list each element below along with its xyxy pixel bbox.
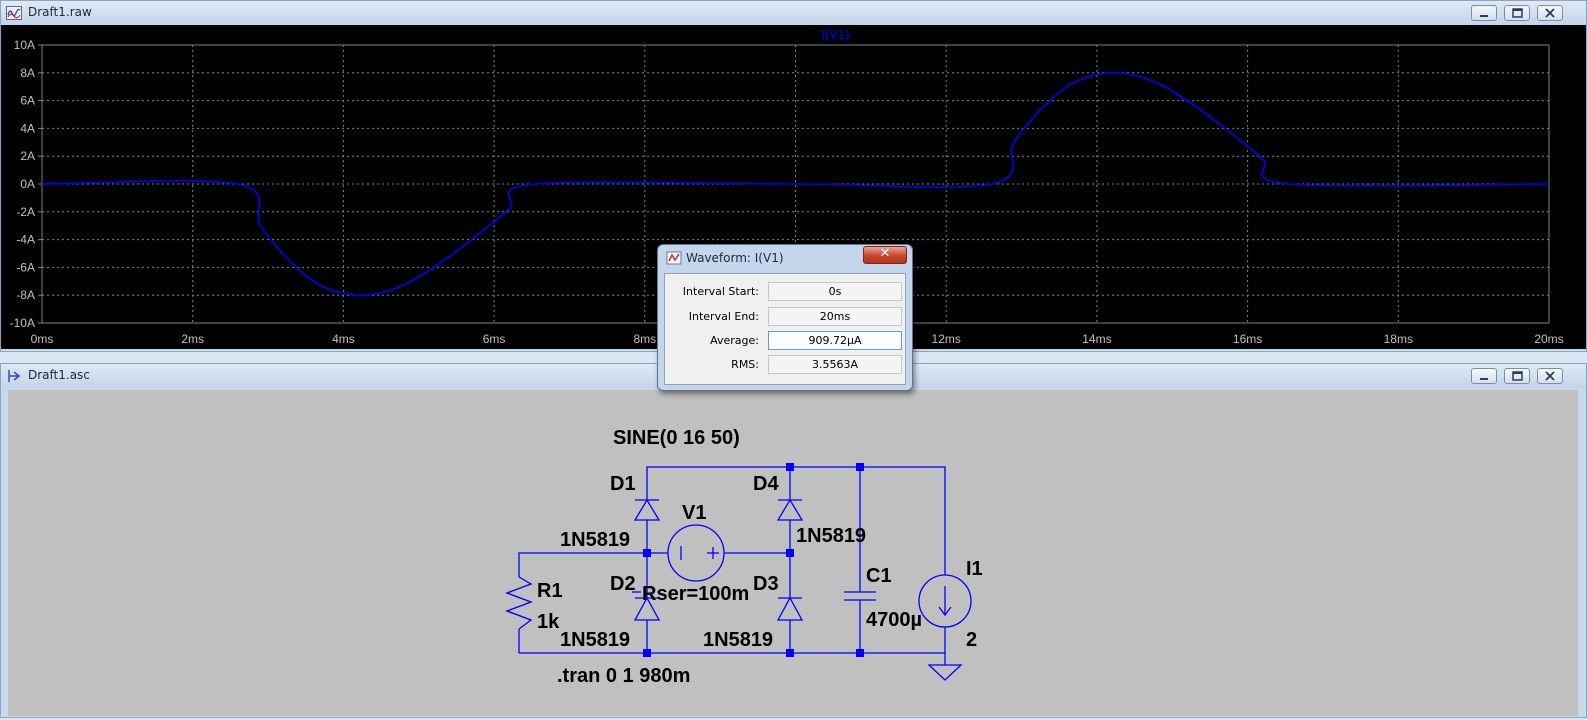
waveform-restore-button[interactable] [1504,5,1530,21]
diode-d3-symbol[interactable] [776,596,804,621]
waveform-info-dialog: Waveform: I(V1) ✕ Interval Start: 0s Int… [657,244,913,391]
junction-dot [856,649,864,657]
v1-label[interactable]: V1 [682,502,706,524]
rms-label: RMS: [731,358,759,371]
resistor-r1-symbol[interactable] [505,576,533,630]
y-tick-label: -8A [16,288,35,302]
y-tick-label: 2A [20,149,35,163]
y-tick-label: 8A [20,66,35,80]
waveform-minimize-button[interactable] [1471,5,1497,21]
x-tick-label: 16ms [1233,332,1262,346]
dialog-app-icon [666,251,682,265]
x-tick-label: 20ms [1534,332,1563,346]
schematic-canvas[interactable]: SINE(0 16 50) D1 D4 V1 1N5819 1N5819 D2 … [8,390,1578,716]
d1-label[interactable]: D1 [610,473,636,495]
interval-start-label: Interval Start: [682,285,759,298]
schematic-app-icon [8,370,21,382]
schematic-window: Draft1.asc SINE(0 16 50) D1 D4 V1 1N5819… [0,363,1587,718]
y-tick-label: -2A [16,205,35,219]
interval-start-field[interactable]: 0s [768,282,902,301]
x-tick-label: 2ms [181,332,204,346]
d1-model-label[interactable]: 1N5819 [560,529,630,551]
trace-title-label: I(V1) [821,27,849,42]
x-tick-label: 8ms [633,332,656,346]
average-label: Average: [710,334,759,347]
schematic-minimize-button[interactable] [1471,368,1497,384]
junction-dot [786,463,794,471]
dialog-title: Waveform: I(V1) [686,251,784,265]
i1-label[interactable]: I1 [966,558,983,580]
average-field[interactable]: 909.72µA [768,331,902,350]
y-tick-label: 4A [20,121,35,135]
d4-label[interactable]: D4 [753,473,779,495]
diode-d4-symbol[interactable] [776,498,804,521]
current-source-i1-symbol[interactable] [918,574,972,628]
junction-dot [786,649,794,657]
waveform-window-title: Draft1.raw [28,5,92,19]
junction-dot [856,463,864,471]
x-tick-label: 0ms [31,332,54,346]
interval-end-label: Interval End: [688,310,759,323]
schematic-window-title: Draft1.asc [28,368,90,382]
rser-label[interactable]: Rser=100m [642,583,749,605]
dialog-body: Interval Start: 0s Interval End: 20ms Av… [664,273,906,385]
schematic-restore-button[interactable] [1504,368,1530,384]
waveform-titlebar[interactable]: Draft1.raw [1,1,1586,25]
d2-label[interactable]: D2 [610,573,636,595]
x-tick-label: 4ms [332,332,355,346]
tran-directive-label[interactable]: .tran 0 1 980m [557,665,690,687]
x-tick-label: 6ms [483,332,506,346]
waveform-app-icon [6,6,22,20]
c1-label[interactable]: C1 [866,565,892,587]
wire-bottom-rail [519,652,946,665]
d2-model-label[interactable]: 1N5819 [560,629,630,651]
interval-end-field[interactable]: 20ms [768,307,902,326]
dialog-close-button[interactable]: ✕ [863,246,907,264]
y-tick-label: -4A [16,233,35,247]
close-icon: ✕ [879,246,891,261]
voltage-source-v1-symbol[interactable] [667,524,725,582]
i1-value-label[interactable]: 2 [966,629,977,651]
d3-label[interactable]: D3 [753,573,779,595]
d4-model-label[interactable]: 1N5819 [796,525,866,547]
c1-value-label[interactable]: 4700µ [866,609,922,631]
r1-value-label[interactable]: 1k [537,611,560,633]
x-tick-label: 12ms [932,332,961,346]
junction-dot [786,549,794,557]
junction-dot [643,649,651,657]
y-tick-label: 0A [20,177,35,191]
rms-field[interactable]: 3.5563A [768,355,902,374]
y-tick-label: 6A [20,94,35,108]
y-tick-label: -10A [10,316,35,330]
capacitor-c1-symbol[interactable] [844,591,876,601]
junction-dot [643,549,651,557]
waveform-close-button[interactable] [1537,5,1563,21]
x-tick-label: 14ms [1082,332,1111,346]
r1-label[interactable]: R1 [537,580,563,602]
diode-d1-symbol[interactable] [633,498,661,521]
ground-icon [927,664,963,681]
y-tick-label: 10A [14,38,35,52]
source-spec-label[interactable]: SINE(0 16 50) [613,427,740,449]
y-tick-label: -6A [16,260,35,274]
x-tick-label: 18ms [1384,332,1413,346]
schematic-close-button[interactable] [1537,368,1563,384]
d3-model-label[interactable]: 1N5819 [703,629,773,651]
schematic-drawing[interactable]: SINE(0 16 50) D1 D4 V1 1N5819 1N5819 D2 … [8,390,1578,716]
